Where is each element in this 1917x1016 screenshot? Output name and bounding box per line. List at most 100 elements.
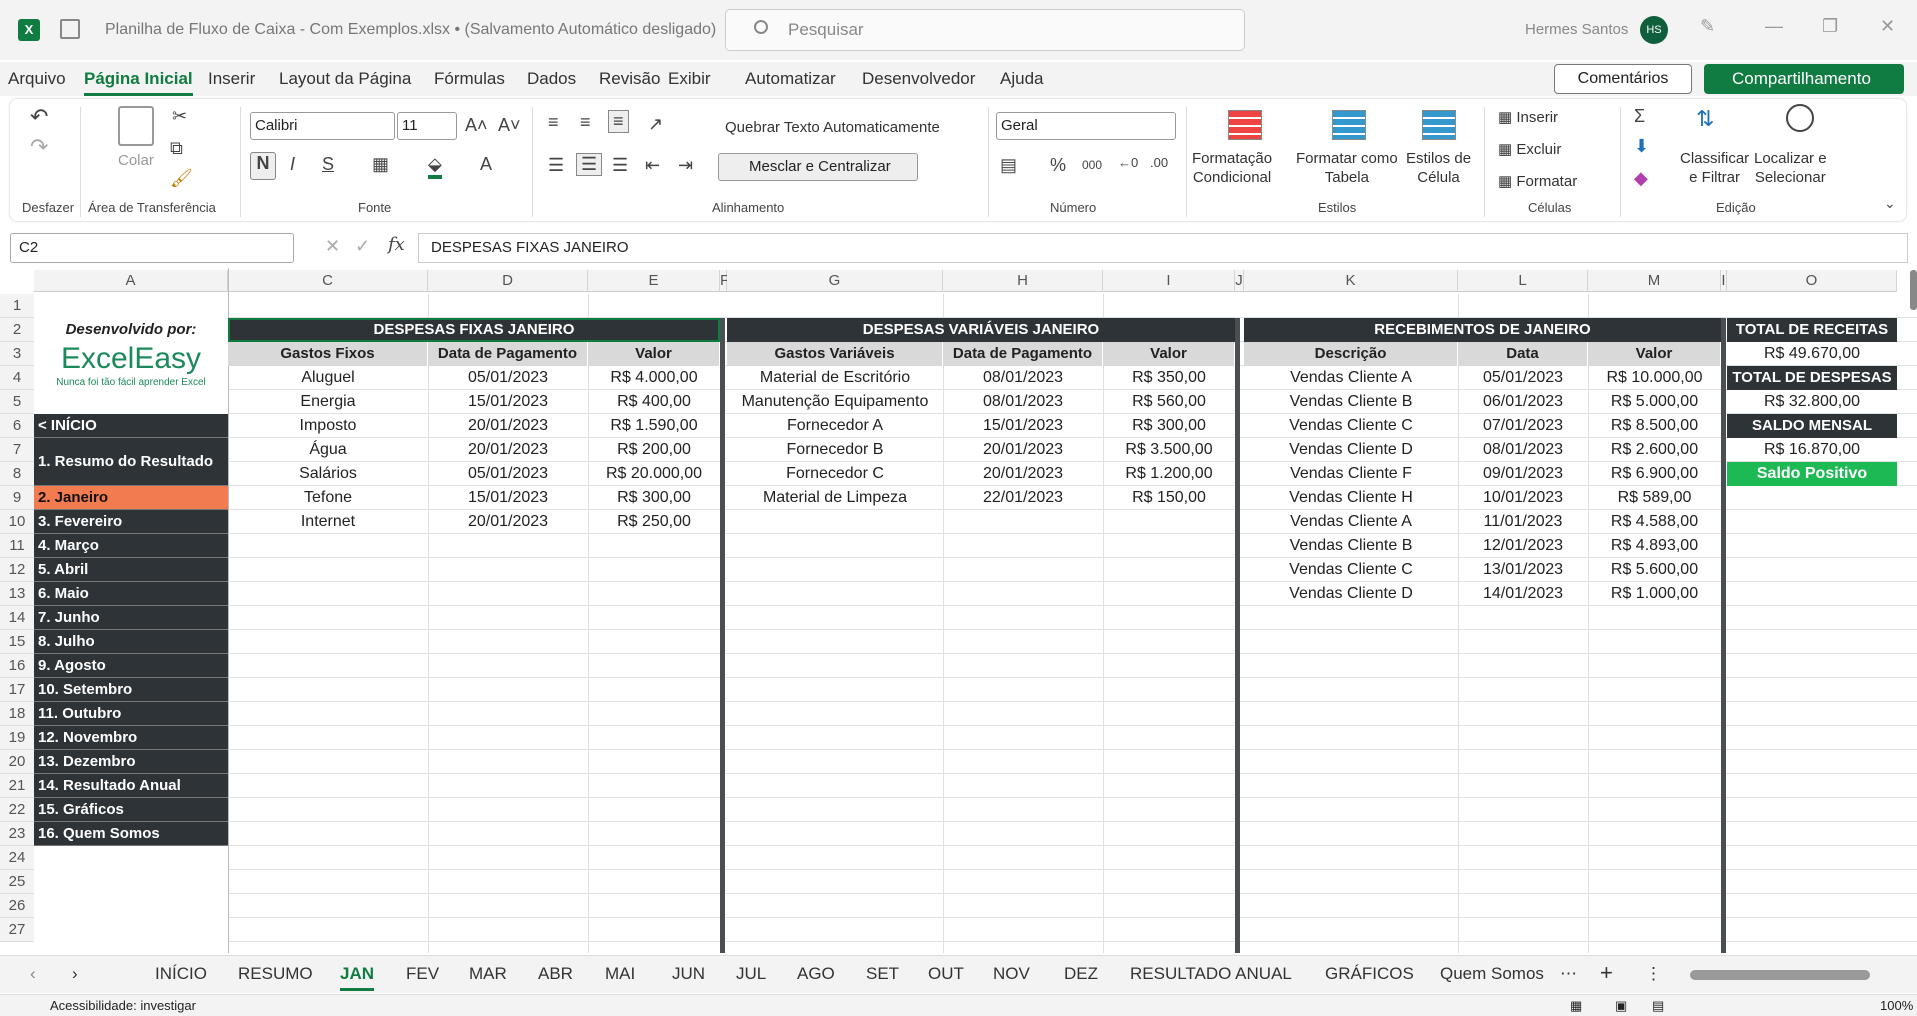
decrease-font-icon[interactable]: A˅ <box>498 115 521 136</box>
percent-icon[interactable]: % <box>1050 155 1066 176</box>
menu-0[interactable]: Arquivo <box>8 69 66 89</box>
sidebar-link[interactable]: 10. Setembro <box>34 678 228 702</box>
underline-button[interactable]: S <box>322 154 334 175</box>
table-cell[interactable]: 06/01/2023 <box>1458 390 1588 414</box>
table-cell[interactable]: Vendas Cliente A <box>1244 366 1458 390</box>
add-sheet-icon[interactable]: + <box>1600 960 1613 986</box>
format-cells-button[interactable]: ▦ Formatar <box>1498 172 1577 191</box>
row-header[interactable]: 14 <box>0 606 34 630</box>
increase-indent-icon[interactable]: ⇥ <box>678 155 693 176</box>
row-header[interactable]: 18 <box>0 702 34 726</box>
sidebar-link[interactable]: 4. Março <box>34 534 228 558</box>
sheet-tab[interactable]: ABR <box>538 964 573 984</box>
sheet-tab[interactable]: FEV <box>406 964 439 984</box>
row-header[interactable]: 1 <box>0 294 34 318</box>
sheet-tab[interactable]: MAI <box>605 964 635 984</box>
more-sheets-icon[interactable]: ⋯ <box>1560 964 1577 984</box>
table-cell[interactable]: Material de Limpeza <box>727 486 943 510</box>
paste-button[interactable]: Colar <box>118 151 154 170</box>
sidebar-link[interactable]: 5. Abril <box>34 558 228 582</box>
table-cell[interactable]: Vendas Cliente D <box>1244 438 1458 462</box>
undo-icon[interactable]: ↶ <box>30 104 48 130</box>
row-header[interactable]: 19 <box>0 726 34 750</box>
table-cell[interactable]: 20/01/2023 <box>428 438 588 462</box>
table-cell[interactable]: 20/01/2023 <box>428 414 588 438</box>
vertical-scrollbar[interactable] <box>1910 270 1917 310</box>
font-size-select[interactable]: 11 <box>397 112 457 140</box>
table-cell[interactable]: R$ 250,00 <box>588 510 720 534</box>
insert-cells-button[interactable]: ▦ Inserir <box>1498 108 1558 127</box>
row-header[interactable]: 9 <box>0 486 34 510</box>
row-header[interactable]: 23 <box>0 822 34 846</box>
column-header[interactable]: E <box>588 270 720 292</box>
row-header[interactable]: 5 <box>0 390 34 414</box>
function-icon[interactable]: fx <box>388 234 405 255</box>
table-cell[interactable]: 05/01/2023 <box>1458 366 1588 390</box>
table-cell[interactable]: R$ 200,00 <box>588 438 720 462</box>
row-header[interactable]: 21 <box>0 774 34 798</box>
table-cell[interactable]: 20/01/2023 <box>943 462 1103 486</box>
delete-cells-button[interactable]: ▦ Excluir <box>1498 140 1561 159</box>
table-cell[interactable]: R$ 10.000,00 <box>1588 366 1721 390</box>
table-cell[interactable]: R$ 150,00 <box>1103 486 1235 510</box>
table-cell[interactable]: R$ 20.000,00 <box>588 462 720 486</box>
table-cell[interactable]: Aluguel <box>228 366 428 390</box>
orientation-icon[interactable]: ↗ <box>648 114 663 135</box>
paste-icon[interactable] <box>118 106 154 146</box>
row-header[interactable]: 26 <box>0 894 34 918</box>
sheet-tab[interactable]: SET <box>866 964 899 984</box>
sidebar-link[interactable]: 6. Maio <box>34 582 228 606</box>
table-cell[interactable]: 11/01/2023 <box>1458 510 1588 534</box>
sheet-tab[interactable]: JUL <box>736 964 766 984</box>
table-cell[interactable]: 07/01/2023 <box>1458 414 1588 438</box>
table-cell[interactable]: Vendas Cliente H <box>1244 486 1458 510</box>
table-cell[interactable]: 20/01/2023 <box>428 510 588 534</box>
format-table-button[interactable]: Formatar como Tabela <box>1296 149 1398 187</box>
borders-icon[interactable]: ▦ <box>372 154 389 175</box>
table-cell[interactable]: Energia <box>228 390 428 414</box>
sidebar-link[interactable]: 8. Julho <box>34 630 228 654</box>
column-header[interactable]: C <box>228 270 428 292</box>
table-cell[interactable]: Material de Escritório <box>727 366 943 390</box>
number-format-select[interactable]: Geral <box>996 112 1176 140</box>
column-header[interactable]: J <box>1235 270 1244 292</box>
copy-icon[interactable]: ⧉ <box>170 138 183 159</box>
table-cell[interactable]: R$ 4.893,00 <box>1588 534 1721 558</box>
cut-icon[interactable]: ✂ <box>172 106 187 127</box>
row-header[interactable]: 13 <box>0 582 34 606</box>
close-icon[interactable]: ✕ <box>1880 16 1895 37</box>
table-cell[interactable]: R$ 560,00 <box>1103 390 1235 414</box>
excel-easy-logo[interactable]: ExcelEasy <box>34 344 228 374</box>
table-cell[interactable]: 15/01/2023 <box>428 486 588 510</box>
table-cell[interactable]: Vendas Cliente B <box>1244 390 1458 414</box>
sheet-tab[interactable]: RESUMO <box>238 964 313 984</box>
table-cell[interactable]: Fornecedor C <box>727 462 943 486</box>
table-cell[interactable]: 13/01/2023 <box>1458 558 1588 582</box>
align-top-icon[interactable]: ≡ <box>548 112 559 133</box>
fill-color-icon[interactable]: ⬙ <box>428 154 442 179</box>
row-header[interactable]: 10 <box>0 510 34 534</box>
total-receipts-value[interactable]: R$ 49.670,00 <box>1727 342 1897 366</box>
row-header[interactable]: 11 <box>0 534 34 558</box>
sheet-tab[interactable]: AGO <box>797 964 835 984</box>
row-header[interactable]: 12 <box>0 558 34 582</box>
table-cell[interactable]: R$ 3.500,00 <box>1103 438 1235 462</box>
find-select-button[interactable]: Localizar e Selecionar <box>1754 149 1827 187</box>
table-cell[interactable]: R$ 350,00 <box>1103 366 1235 390</box>
sheet-tab[interactable]: OUT <box>928 964 964 984</box>
decrease-decimal-icon[interactable]: .00 <box>1150 155 1168 170</box>
scroll-right-icon[interactable]: › <box>72 964 78 984</box>
autosum-icon[interactable]: Σ <box>1634 106 1645 127</box>
conditional-format-icon[interactable] <box>1228 110 1262 140</box>
table-cell[interactable]: R$ 5.000,00 <box>1588 390 1721 414</box>
table-cell[interactable]: Fornecedor B <box>727 438 943 462</box>
zoom-level[interactable]: 100% <box>1880 998 1913 1013</box>
table-cell[interactable]: Água <box>228 438 428 462</box>
fill-icon[interactable]: ⬇ <box>1634 136 1649 157</box>
menu-7[interactable]: Exibir <box>668 69 711 89</box>
find-icon[interactable] <box>1786 104 1814 132</box>
restore-icon[interactable]: ❐ <box>1822 16 1838 37</box>
menu-4[interactable]: Fórmulas <box>434 69 505 89</box>
normal-view-icon[interactable]: ▦ <box>1570 998 1582 1014</box>
table-cell[interactable]: 08/01/2023 <box>943 390 1103 414</box>
